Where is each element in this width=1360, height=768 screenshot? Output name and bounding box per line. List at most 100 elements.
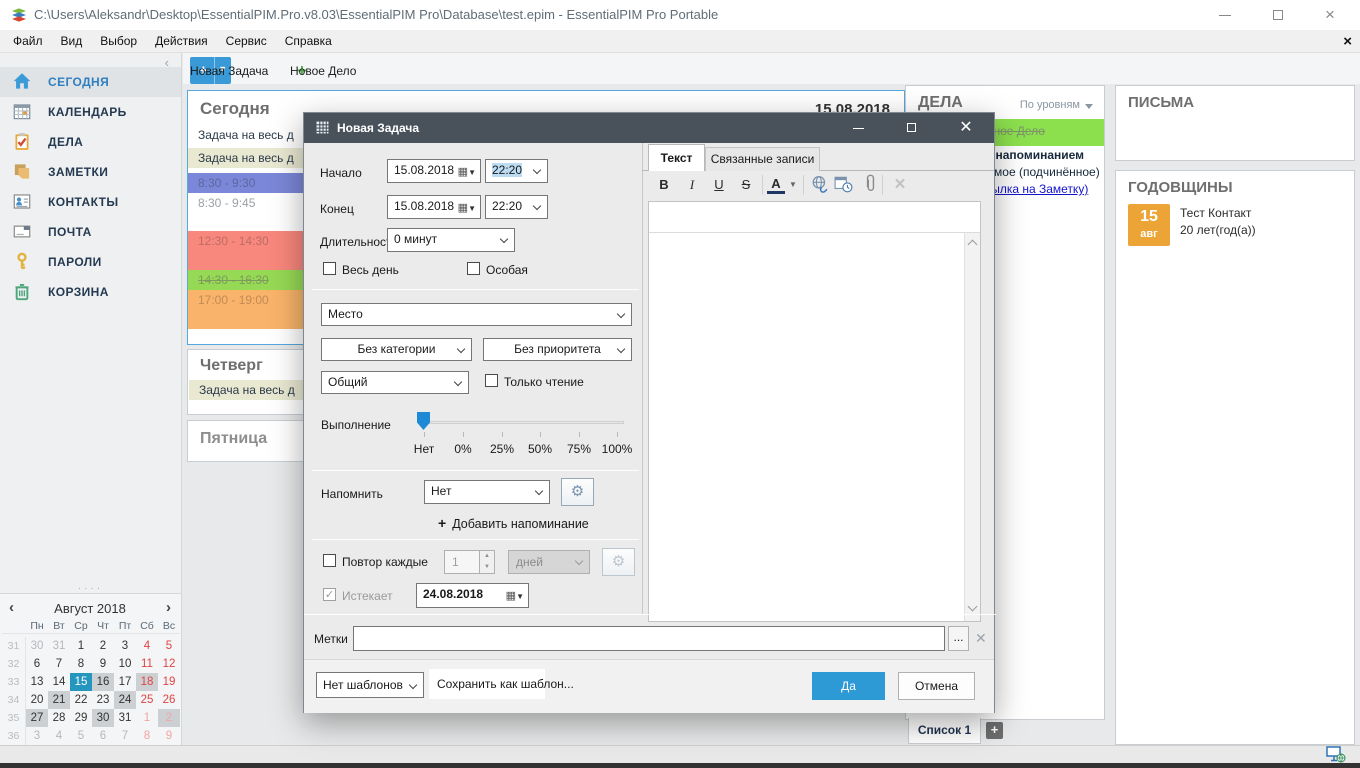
calendar-day-cell[interactable]: 28 — [48, 709, 70, 727]
sidebar-item-tasks[interactable]: ДЕЛА — [0, 127, 181, 157]
calendar-day-cell[interactable]: 27 — [26, 709, 48, 727]
scroll-up-icon[interactable] — [968, 240, 978, 250]
menu-item[interactable]: Действия — [146, 30, 217, 53]
window-restore-button[interactable] — [1258, 0, 1298, 30]
task-text-editor[interactable] — [648, 201, 981, 622]
repeat-count-spinner[interactable]: 1 — [444, 550, 480, 574]
calendar-day-cell[interactable]: 4 — [48, 727, 70, 745]
tab-linked-records[interactable]: Связанные записи — [705, 147, 820, 171]
readonly-checkbox[interactable] — [485, 374, 498, 387]
calendar-day-cell[interactable]: 31 — [114, 709, 136, 727]
calendar-day-cell[interactable]: 18 — [136, 673, 158, 691]
menu-item[interactable]: Справка — [276, 30, 341, 53]
calendar-day-cell[interactable]: 1 — [70, 637, 92, 655]
calendar-day-cell[interactable]: 15 — [70, 673, 92, 691]
calendar-day-cell[interactable]: 24 — [114, 691, 136, 709]
calendar-day-cell[interactable]: 13 — [26, 673, 48, 691]
calendar-day-cell[interactable]: 5 — [158, 637, 180, 655]
calendar-day-cell[interactable]: 22 — [70, 691, 92, 709]
calendar-next-icon[interactable]: › — [166, 599, 171, 616]
calendar-day-cell[interactable]: 2 — [158, 709, 180, 727]
calendar-day-cell[interactable]: 23 — [92, 691, 114, 709]
calendar-day-cell[interactable]: 6 — [92, 727, 114, 745]
start-date-field[interactable]: 15.08.2018 ▦▼ — [387, 159, 481, 183]
calendar-day-cell[interactable]: 3 — [114, 637, 136, 655]
reminder-settings-button[interactable]: ⚙ — [561, 478, 594, 506]
sidebar-item-contacts[interactable]: КОНТАКТЫ — [0, 187, 181, 217]
calendar-day-cell[interactable]: 25 — [136, 691, 158, 709]
calendar-day-cell[interactable]: 9 — [92, 655, 114, 673]
sidebar-item-mail[interactable]: ПОЧТА — [0, 217, 181, 247]
anniversary-name[interactable]: Тест Контакт — [1180, 206, 1251, 220]
chevron-down-icon[interactable]: ▼ — [787, 173, 799, 197]
tags-clear-icon[interactable]: ✕ — [975, 630, 987, 647]
special-checkbox[interactable] — [467, 262, 480, 275]
save-template-button[interactable]: Сохранить как шаблон... — [429, 669, 545, 699]
spinner-arrows[interactable]: ▲▼ — [480, 550, 495, 574]
new-todo-button[interactable]: + Новое Дело — [290, 57, 314, 84]
tags-input[interactable] — [353, 626, 945, 651]
editor-scrollbar[interactable] — [964, 233, 980, 621]
cancel-button[interactable]: Отмена — [898, 672, 975, 700]
italic-icon[interactable]: I — [680, 173, 704, 197]
sidebar-item-calendar[interactable]: КАЛЕНДАРЬ — [0, 97, 181, 127]
calendar-day-cell[interactable]: 10 — [114, 655, 136, 673]
calendar-day-cell[interactable]: 21 — [48, 691, 70, 709]
calendar-day-cell[interactable]: 8 — [136, 727, 158, 745]
calendar-day-cell[interactable]: 16 — [92, 673, 114, 691]
window-minimize-button[interactable] — [1205, 0, 1245, 30]
underline-icon[interactable]: U — [707, 173, 731, 197]
calendar-day-cell[interactable]: 11 — [136, 655, 158, 673]
dialog-maximize-button[interactable] — [889, 113, 933, 143]
remind-combo[interactable]: Нет — [424, 480, 550, 504]
calendar-day-cell[interactable]: 3 — [26, 727, 48, 745]
sidebar-item-trash[interactable]: КОРЗИНА — [0, 277, 181, 307]
calendar-prev-icon[interactable]: ‹ — [9, 599, 14, 616]
add-list-button[interactable]: + — [986, 722, 1003, 739]
calendar-day-cell[interactable]: 17 — [114, 673, 136, 691]
calendar-day-cell[interactable]: 31 — [48, 637, 70, 655]
dialog-close-button[interactable]: ✕ — [944, 113, 988, 143]
calendar-day-cell[interactable]: 26 — [158, 691, 180, 709]
sidebar-item-key[interactable]: ПАРОЛИ — [0, 247, 181, 277]
calendar-day-cell[interactable]: 30 — [26, 637, 48, 655]
duration-combo[interactable]: 0 минут — [387, 228, 515, 252]
tags-more-button[interactable]: ... — [948, 626, 969, 651]
list-tab[interactable]: Список 1 — [908, 718, 981, 744]
font-color-icon[interactable]: A — [767, 173, 785, 194]
calendar-picker-icon[interactable]: ▦▼ — [506, 586, 524, 607]
dialog-minimize-button[interactable] — [836, 113, 880, 143]
calendar-day-cell[interactable]: 14 — [48, 673, 70, 691]
insert-link-icon[interactable] — [808, 175, 832, 199]
tab-text[interactable]: Текст — [648, 144, 705, 171]
sidebar-item-notes[interactable]: ЗАМЕТКИ — [0, 157, 181, 187]
completion-slider[interactable] — [418, 421, 624, 424]
calendar-day-cell[interactable]: 9 — [158, 727, 180, 745]
calendar-day-cell[interactable]: 1 — [136, 709, 158, 727]
todos-filter-dropdown[interactable]: По уровням — [1020, 99, 1080, 111]
calendar-day-cell[interactable]: 30 — [92, 709, 114, 727]
window-close-button[interactable]: × — [1310, 0, 1350, 30]
access-combo[interactable]: Общий — [321, 371, 469, 394]
end-time-combo[interactable]: 22:20 — [485, 195, 548, 219]
new-task-button[interactable]: + Новая Задача ▼ — [190, 57, 231, 84]
add-reminder-link[interactable]: +Добавить напоминание — [438, 515, 589, 531]
priority-combo[interactable]: Без приоритета — [483, 338, 632, 361]
calendar-day-cell[interactable]: 29 — [70, 709, 92, 727]
calendar-day-cell[interactable]: 19 — [158, 673, 180, 691]
templates-combo[interactable]: Нет шаблонов — [316, 672, 424, 698]
expires-date-field[interactable]: 24.08.2018 ▦▼ — [416, 583, 529, 608]
end-date-field[interactable]: 15.08.2018 ▦▼ — [387, 195, 481, 219]
calendar-day-cell[interactable]: 5 — [70, 727, 92, 745]
scroll-down-icon[interactable] — [968, 602, 978, 612]
calendar-day-cell[interactable]: 2 — [92, 637, 114, 655]
completion-slider-thumb[interactable] — [417, 412, 430, 430]
bold-icon[interactable]: B — [652, 173, 676, 197]
calendar-day-cell[interactable]: 7 — [48, 655, 70, 673]
ok-button[interactable]: Да — [812, 672, 885, 700]
calendar-day-cell[interactable]: 8 — [70, 655, 92, 673]
insert-datetime-icon[interactable] — [831, 175, 855, 199]
sidebar-item-home[interactable]: СЕГОДНЯ — [0, 67, 181, 97]
expires-checkbox[interactable]: ✓ — [323, 588, 336, 601]
menu-close-icon[interactable]: × — [1343, 30, 1352, 53]
